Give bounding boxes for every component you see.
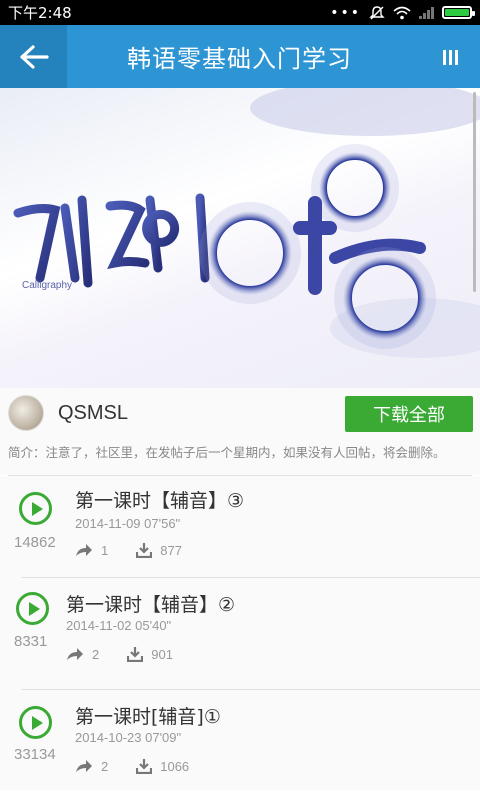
calligraphy-illustration: Calligraphy (13, 88, 480, 358)
back-button[interactable] (0, 25, 67, 88)
bars-icon (443, 49, 458, 65)
play-count: 8331 (14, 633, 48, 650)
status-bar: 下午2:48 ••• (0, 0, 480, 25)
download-count: 877 (160, 542, 182, 558)
avatar[interactable] (8, 395, 44, 431)
list-item[interactable]: 33134 第一课时[辅音]① 2014-10-23 07'09" 2 1066 (14, 690, 480, 790)
share-count: 2 (101, 758, 109, 774)
intro-text: 简介：注意了，社区里，在发帖子后一个星期内，如果没有人回帖，将会删除。 (0, 438, 480, 475)
lesson-date: 2014-11-09 07'56" (75, 516, 181, 531)
lesson-date: 2014-11-02 05'40" (66, 618, 172, 633)
download-icon (127, 647, 144, 662)
play-count: 33134 (14, 746, 56, 763)
play-count: 14862 (14, 534, 56, 551)
status-time: 下午2:48 (8, 4, 72, 22)
download-stat[interactable]: 1066 (136, 758, 189, 774)
author-name[interactable]: QSMSL (58, 402, 128, 425)
download-stat[interactable]: 877 (136, 542, 182, 558)
arrow-left-icon (19, 44, 49, 69)
share-icon (76, 760, 92, 772)
mute-icon (369, 5, 385, 19)
wifi-icon (393, 6, 411, 19)
play-icon[interactable] (19, 706, 52, 739)
lesson-title[interactable]: 第一课时【辅音】③ (75, 486, 244, 513)
download-stat[interactable]: 901 (127, 646, 173, 662)
lesson-date: 2014-10-23 07'09" (75, 730, 182, 745)
play-icon[interactable] (16, 592, 49, 625)
lesson-stats: 2 1066 (75, 758, 217, 774)
scroll-thumb[interactable] (473, 92, 476, 292)
notification-dots-icon: ••• (330, 4, 361, 21)
page-title: 韩语零基础入门学习 (127, 45, 352, 73)
download-icon (136, 759, 153, 774)
play-icon[interactable] (19, 492, 52, 525)
battery-icon (442, 6, 475, 19)
list-item[interactable]: 14862 第一课时【辅音】③ 2014-11-09 07'56" 1 877 (14, 476, 480, 578)
share-stat[interactable]: 2 (66, 647, 99, 662)
share-count: 2 (92, 646, 100, 662)
download-all-button[interactable]: 下载全部 (345, 396, 473, 432)
status-icons: ••• (330, 4, 475, 21)
header-bar: 韩语零基础入门学习 (0, 25, 480, 88)
lesson-stats: 2 901 (66, 646, 201, 662)
share-stat[interactable]: 1 (75, 543, 108, 558)
author-row: QSMSL 下载全部 (0, 388, 480, 438)
download-count: 1066 (160, 758, 190, 774)
lesson-list: 14862 第一课时【辅音】③ 2014-11-09 07'56" 1 877 … (0, 476, 480, 790)
share-icon (76, 544, 92, 556)
share-count: 1 (101, 542, 109, 558)
download-icon (136, 543, 153, 558)
signal-icon (419, 6, 434, 19)
lesson-title[interactable]: 第一课时【辅音】② (66, 590, 235, 617)
list-item[interactable]: 8331 第一课时【辅音】② 2014-11-02 05'40" 2 901 (14, 578, 480, 690)
banner-image: Calligraphy (0, 88, 480, 388)
lesson-stats: 1 877 (75, 542, 210, 558)
download-count: 901 (151, 646, 173, 662)
share-icon (67, 648, 83, 660)
lesson-title[interactable]: 第一课时[辅音]① (75, 702, 221, 729)
banner-subtitle: Calligraphy (22, 280, 72, 291)
share-stat[interactable]: 2 (75, 759, 108, 774)
menu-button[interactable] (420, 25, 480, 88)
